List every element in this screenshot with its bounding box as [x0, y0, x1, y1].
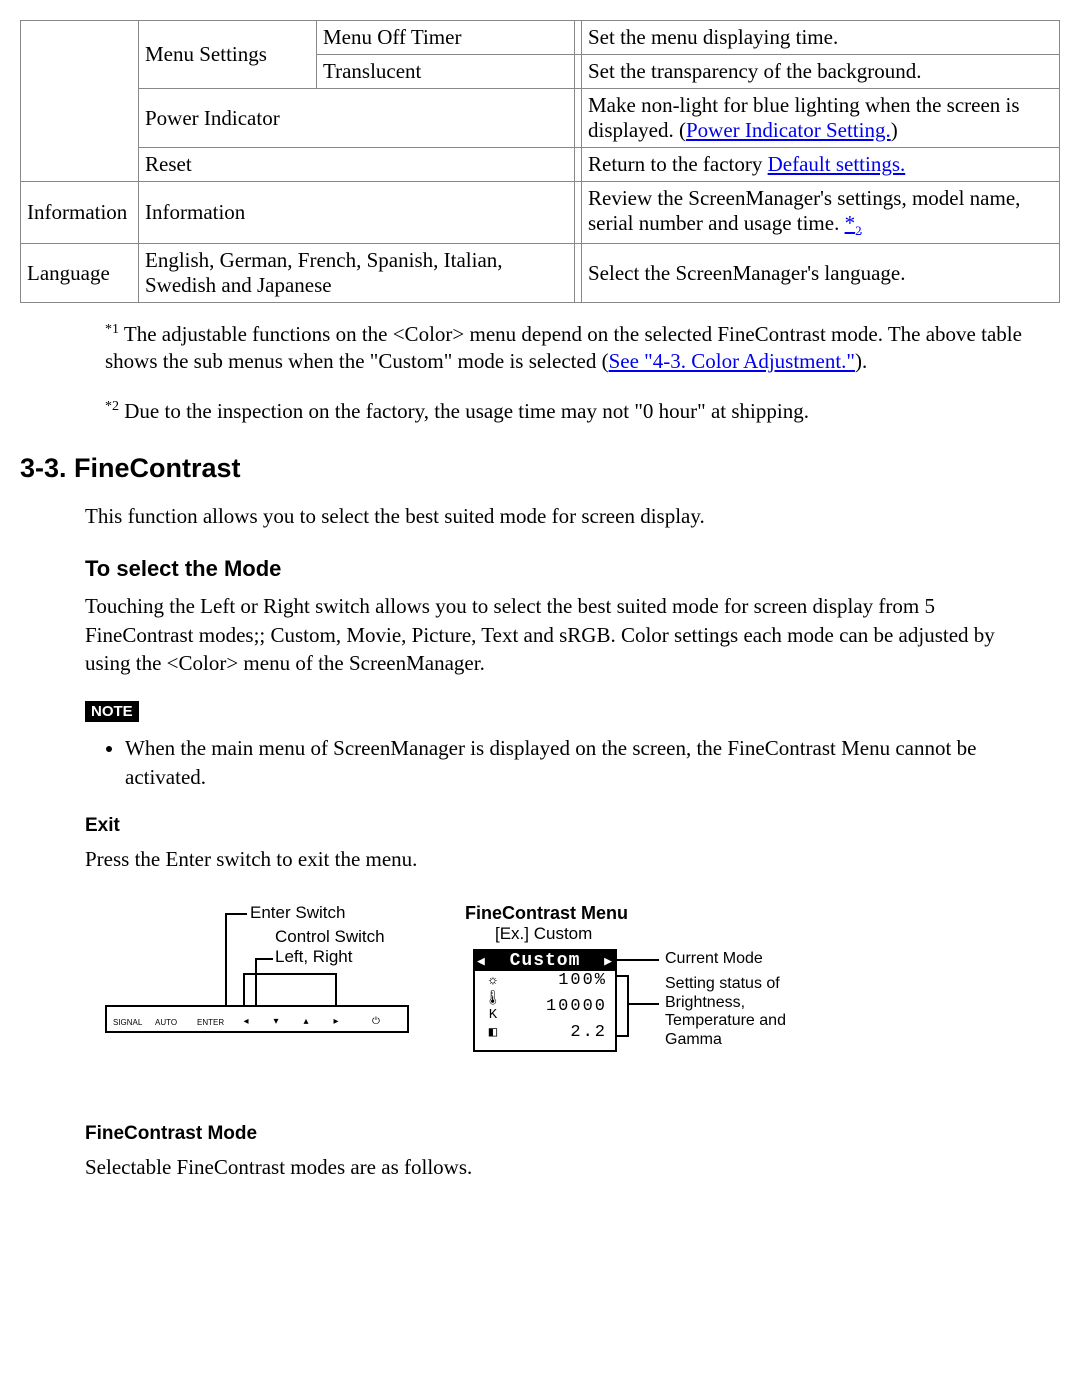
enter-label: ENTER	[197, 1018, 224, 1027]
power-icon: ⏻	[370, 1016, 382, 1027]
exit-paragraph: Press the Enter switch to exit the menu.	[85, 845, 1025, 873]
fc-mode-heading: FineContrast Mode	[85, 1123, 1025, 1145]
select-mode-paragraph: Touching the Left or Right switch allows…	[85, 592, 1025, 677]
fc-mode-value: Custom	[510, 951, 581, 971]
select-mode-heading: To select the Mode	[85, 556, 1025, 582]
language-desc: Select the ScreenManager's language.	[582, 244, 1060, 303]
left-right-label: Left, Right	[275, 947, 353, 967]
settings-annot: Setting status of Brightness, Temperatur…	[665, 975, 786, 1049]
fc-example-label: [Ex.] Custom	[495, 924, 885, 944]
left-arrow-icon: ◂	[240, 1016, 252, 1027]
control-switch-label: Control Switch	[275, 927, 385, 947]
exit-heading: Exit	[85, 815, 1025, 837]
note-list: When the main menu of ScreenManager is d…	[85, 734, 1025, 791]
brightness-icon: ☼	[483, 973, 503, 989]
reset-desc-pre: Return to the factory	[588, 152, 768, 176]
footnote-1-marker: *1	[105, 322, 119, 337]
footnote-1: *1 The adjustable functions on the <Colo…	[105, 321, 1025, 376]
current-mode-annot: Current Mode	[665, 950, 763, 968]
note-bullet: When the main menu of ScreenManager is d…	[125, 734, 1025, 791]
information-main: Information	[21, 182, 139, 244]
footnotes: *1 The adjustable functions on the <Colo…	[105, 321, 1025, 425]
power-indicator-cell: Power Indicator	[139, 89, 575, 148]
information-sub: Information	[139, 182, 575, 244]
footnote-1-text-a: The adjustable functions on the <Color> …	[105, 322, 1022, 373]
control-panel-diagram: Enter Switch Control Switch Left, Right …	[105, 903, 415, 1033]
finecontrast-menu-diagram: FineContrast Menu [Ex.] Custom ◀ Custom …	[465, 903, 885, 1093]
reset-desc: Return to the factory Default settings.	[582, 148, 1060, 182]
note-label: NOTE	[85, 701, 139, 722]
information-footnote-link[interactable]: *2	[845, 211, 862, 235]
color-adjustment-link[interactable]: See "4-3. Color Adjustment."	[609, 349, 855, 373]
power-indicator-desc: Make non-light for blue lighting when th…	[582, 89, 1060, 148]
gamma-value: 2.2	[507, 1023, 607, 1042]
diagram-row: Enter Switch Control Switch Left, Right …	[105, 903, 1025, 1093]
menu-settings-cell: Menu Settings	[139, 21, 317, 89]
translucent-cell: Translucent	[317, 55, 575, 89]
menu-off-timer-cell: Menu Off Timer	[317, 21, 575, 55]
right-arrow-icon: ▸	[330, 1016, 342, 1027]
right-triangle-icon: ▶	[604, 954, 613, 969]
down-arrow-icon: ▾	[270, 1016, 282, 1027]
footnote-2-text: Due to the inspection on the factory, th…	[119, 399, 809, 423]
col-blank	[21, 21, 139, 182]
section-title: 3-3. FineContrast	[20, 453, 1060, 484]
switch-bar	[105, 1005, 409, 1033]
language-sub: English, German, French, Spanish, Italia…	[139, 244, 575, 303]
fc-menu-box: ◀ Custom ▶ ☼100% 🌡K10000 ◧2.2	[473, 949, 617, 1052]
translucent-desc: Set the transparency of the background.	[582, 55, 1060, 89]
enter-switch-label: Enter Switch	[250, 903, 345, 923]
power-indicator-link[interactable]: Power Indicator Setting.	[686, 118, 891, 142]
default-settings-link[interactable]: Default settings.	[768, 152, 906, 176]
fc-menu-title: FineContrast Menu	[465, 903, 885, 924]
reset-cell: Reset	[139, 148, 575, 182]
fc-mode-header: ◀ Custom ▶	[475, 951, 615, 971]
gamma-icon: ◧	[483, 1024, 503, 1041]
information-desc: Review the ScreenManager's settings, mod…	[582, 182, 1060, 244]
footnote-2: *2 Due to the inspection on the factory,…	[105, 398, 1025, 425]
signal-label: SIGNAL	[113, 1018, 142, 1027]
menu-off-timer-desc: Set the menu displaying time.	[582, 21, 1060, 55]
footnote-2-marker: *2	[105, 399, 119, 414]
brightness-value: 100%	[507, 971, 607, 990]
information-desc-text: Review the ScreenManager's settings, mod…	[588, 186, 1020, 235]
intro-paragraph: This function allows you to select the b…	[85, 502, 1025, 530]
power-indicator-desc-post: )	[891, 118, 898, 142]
fc-mode-paragraph: Selectable FineContrast modes are as fol…	[85, 1153, 1025, 1181]
settings-table: Menu Settings Menu Off Timer Set the men…	[20, 20, 1060, 303]
temperature-value: 10000	[507, 997, 607, 1016]
temperature-icon: 🌡K	[483, 990, 503, 1023]
language-main: Language	[21, 244, 139, 303]
footnote-1-text-b: ).	[855, 349, 867, 373]
up-arrow-icon: ▴	[300, 1016, 312, 1027]
left-triangle-icon: ◀	[477, 954, 486, 969]
auto-label: AUTO	[155, 1018, 177, 1027]
